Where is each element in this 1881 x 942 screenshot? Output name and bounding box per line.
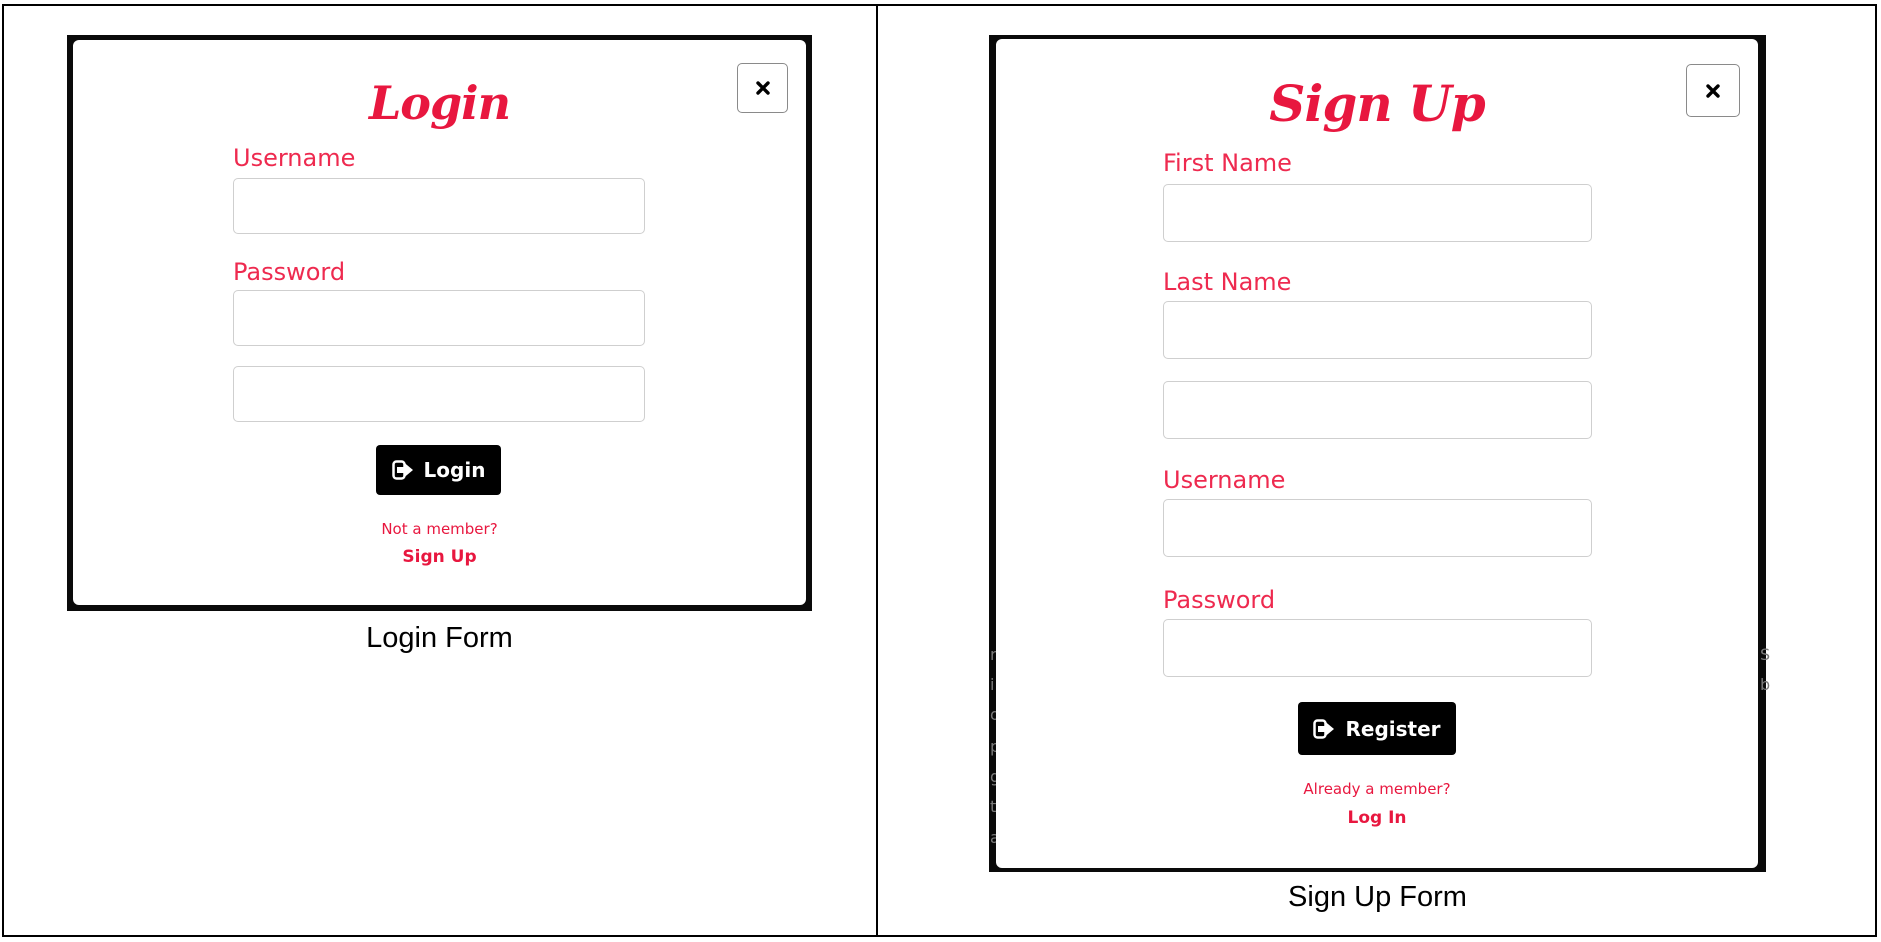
- already-member-text: Already a member?: [1303, 780, 1451, 798]
- last-name-label: Last Name: [1163, 268, 1292, 296]
- login-title: Login: [368, 76, 511, 130]
- login-caption: Login Form: [366, 622, 513, 654]
- sign-in-icon: [1313, 718, 1335, 739]
- username-label: Username: [1163, 466, 1286, 494]
- login-modal: Login Username Password Login Not a memb…: [73, 40, 806, 605]
- password-input[interactable]: [233, 290, 645, 346]
- username-input[interactable]: [1163, 499, 1592, 557]
- not-member-text: Not a member?: [381, 520, 498, 538]
- sign-in-icon: [391, 460, 413, 480]
- background-text: i: [990, 675, 995, 694]
- password-label: Password: [1163, 586, 1276, 614]
- login-button-label: Login: [423, 458, 486, 482]
- signup-caption: Sign Up Form: [1288, 881, 1467, 913]
- signup-link[interactable]: Sign Up: [73, 547, 806, 567]
- extra-input[interactable]: [233, 366, 645, 422]
- password-label: Password: [233, 258, 346, 286]
- register-button[interactable]: Register: [1298, 702, 1456, 755]
- login-link[interactable]: Log In: [996, 808, 1758, 828]
- login-button[interactable]: Login: [376, 445, 501, 495]
- signup-title: Sign Up: [1269, 74, 1485, 133]
- username-label: Username: [233, 144, 356, 172]
- extra-input[interactable]: [1163, 381, 1592, 439]
- column-divider: [876, 4, 878, 937]
- first-name-input[interactable]: [1163, 184, 1592, 242]
- password-input[interactable]: [1163, 619, 1592, 677]
- username-input[interactable]: [233, 178, 645, 234]
- background-text: b: [1760, 675, 1771, 694]
- background-text: S: [1760, 645, 1771, 664]
- last-name-input[interactable]: [1163, 301, 1592, 359]
- first-name-label: First Name: [1163, 149, 1292, 177]
- signup-modal: Sign Up First Name Last Name Username Pa…: [996, 39, 1758, 868]
- register-button-label: Register: [1345, 716, 1441, 741]
